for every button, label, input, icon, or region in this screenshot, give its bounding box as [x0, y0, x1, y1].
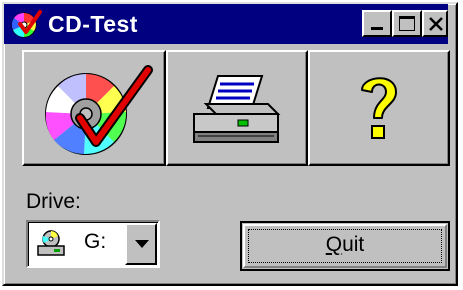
minimize-icon — [371, 27, 383, 30]
quit-label: Quit — [242, 233, 448, 257]
drive-label: Drive: — [26, 190, 81, 213]
help-button[interactable] — [308, 50, 450, 166]
quit-mnemonic: Q — [325, 233, 343, 256]
test-cd-button[interactable] — [22, 50, 166, 166]
chevron-down-icon — [135, 240, 149, 248]
maximize-icon — [399, 16, 415, 31]
cd-check-icon — [45, 65, 153, 155]
minimize-button[interactable] — [362, 10, 392, 37]
close-button[interactable] — [422, 10, 448, 37]
printer-icon — [193, 75, 281, 143]
title-bar[interactable]: CD-Test — [4, 4, 448, 44]
print-button[interactable] — [166, 50, 308, 166]
quit-label-rest: uit — [342, 233, 365, 256]
help-question-icon — [361, 77, 397, 139]
cd-drive-icon — [37, 230, 65, 256]
cd-check-icon — [11, 10, 42, 38]
drive-select[interactable]: G: — [26, 220, 160, 268]
drive-selected-value: G: — [84, 230, 107, 253]
close-icon — [429, 17, 443, 31]
maximize-button[interactable] — [392, 10, 422, 37]
window-title: CD-Test — [48, 11, 138, 37]
drive-dropdown-button[interactable] — [125, 223, 157, 265]
quit-button[interactable]: Quit — [240, 221, 450, 271]
